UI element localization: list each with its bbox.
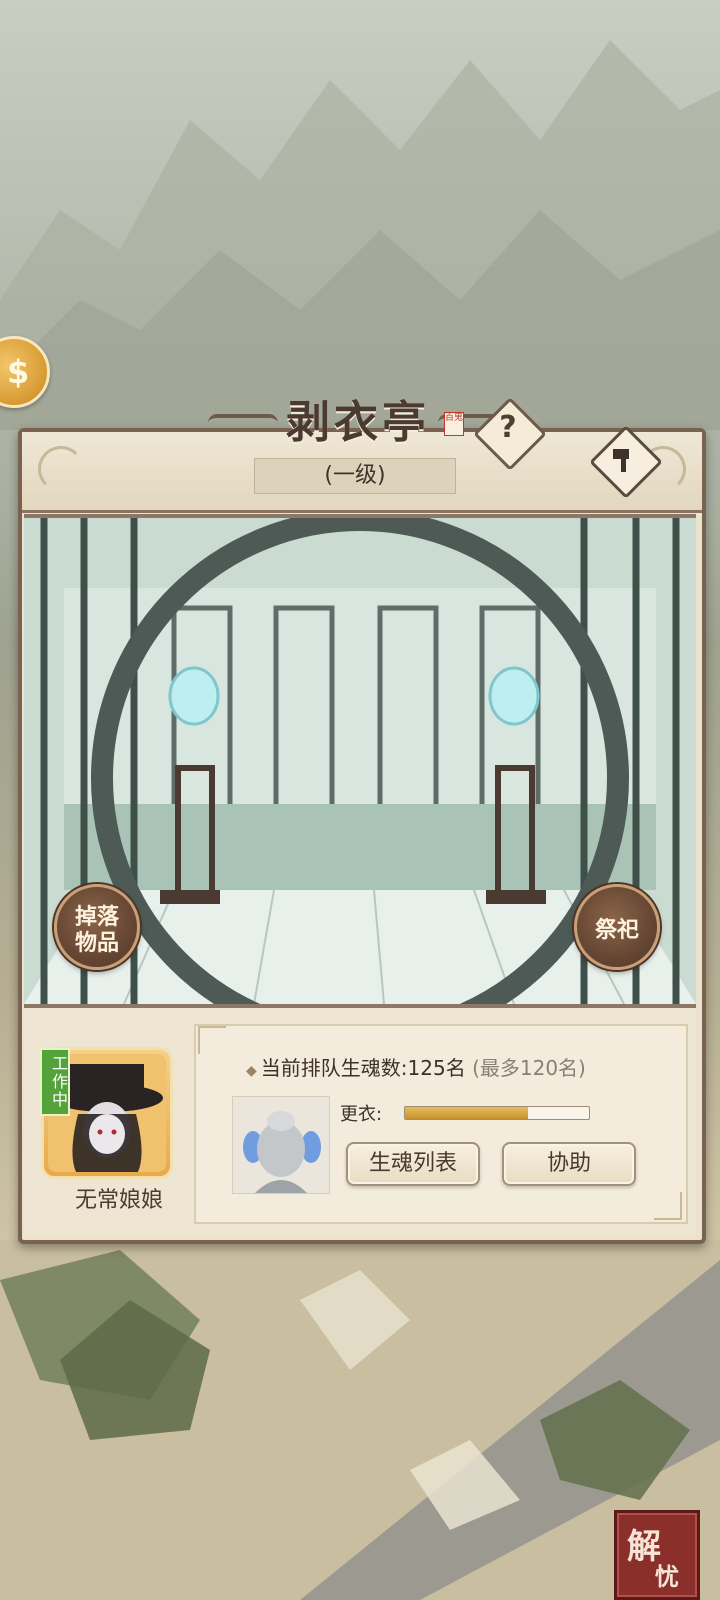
npc-name: 无常娘娘 xyxy=(74,1188,163,1213)
task-progress-bar xyxy=(404,1106,590,1120)
drop-items-label-2: 物品 xyxy=(74,931,119,956)
queue-max: (最多120名) xyxy=(472,1056,586,1080)
question-icon: ? xyxy=(499,410,517,445)
fret-ornament-icon xyxy=(654,1192,682,1220)
assist-button[interactable]: 协助 xyxy=(502,1142,636,1186)
task-label: 更衣: xyxy=(340,1104,383,1125)
building-title: 剥衣亭 xyxy=(286,397,430,448)
old-man-soul-icon xyxy=(233,1097,329,1193)
building-level: (一级) xyxy=(254,458,456,494)
queue-value: 125名 xyxy=(407,1056,466,1080)
queue-count: ◆ 当前排队生魂数:125名 (最多120名) xyxy=(246,1052,586,1081)
seal-char-2: 忧 xyxy=(655,1562,679,1591)
relief-seal-button[interactable]: 解 忧 xyxy=(614,1510,700,1600)
title-seal: 百鬼 xyxy=(444,412,464,436)
fret-ornament-icon xyxy=(198,1026,226,1054)
sacrifice-button[interactable]: 祭祀 xyxy=(574,884,660,970)
title-banner: 剥衣亭 百鬼 xyxy=(208,386,508,456)
cloud-ornament-icon xyxy=(38,446,84,492)
hammer-icon xyxy=(613,449,629,472)
coin-icon: $ xyxy=(7,353,30,391)
cloud-swirl-icon xyxy=(208,414,278,432)
working-status-badge: 工作中 xyxy=(40,1048,70,1116)
sacrifice-label: 祭祀 xyxy=(594,918,639,943)
soul-avatar xyxy=(232,1096,330,1194)
queue-label: 当前排队生魂数: xyxy=(260,1056,408,1080)
soul-list-button[interactable]: 生魂列表 xyxy=(346,1142,480,1186)
diamond-bullet-icon: ◆ xyxy=(246,1063,257,1079)
task-progress-fill xyxy=(405,1107,529,1119)
drop-items-button[interactable]: 掉落 物品 xyxy=(54,884,140,970)
